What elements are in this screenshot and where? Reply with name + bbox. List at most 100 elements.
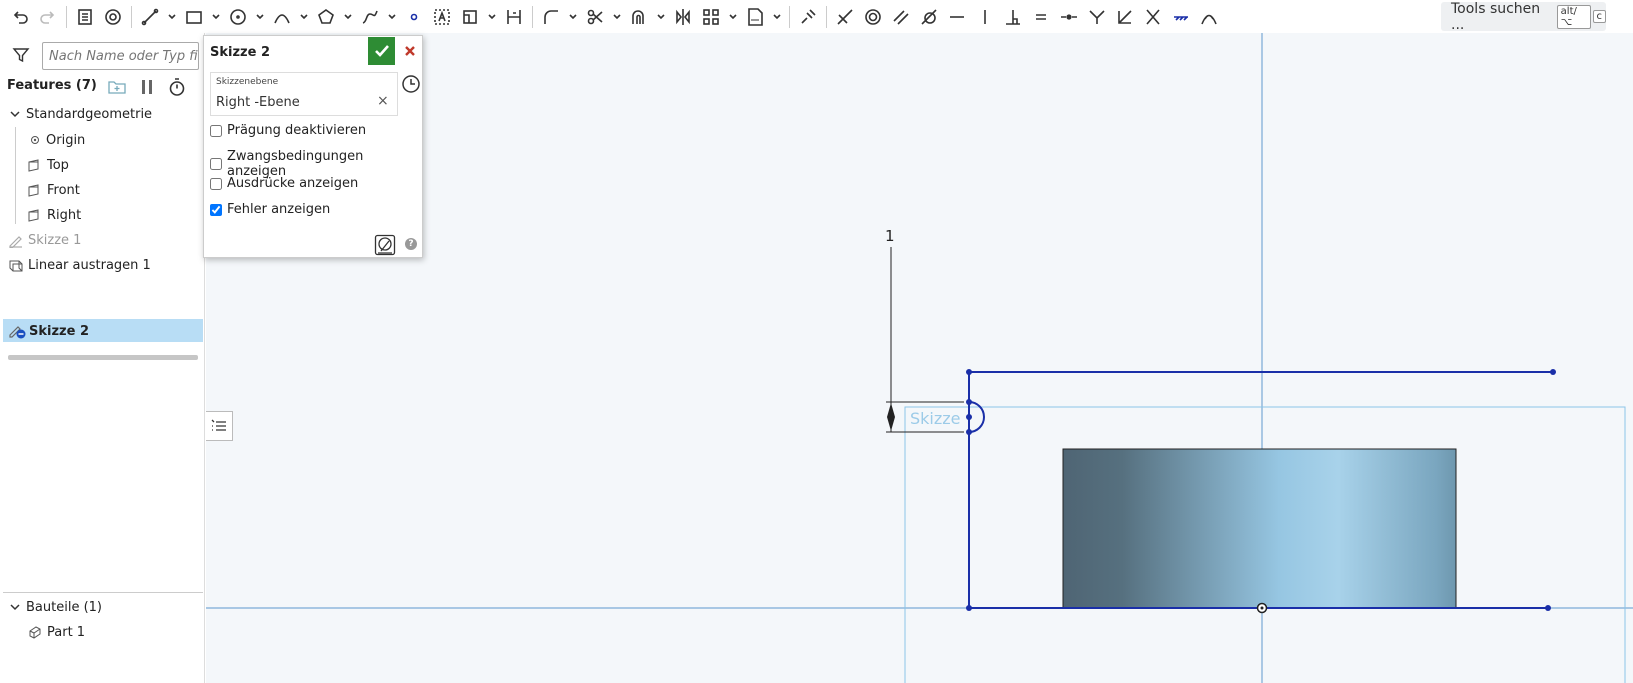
- feature-search-input[interactable]: [42, 42, 199, 70]
- features-title: Features (7): [7, 78, 97, 93]
- add-folder-icon[interactable]: [107, 78, 127, 100]
- option-show-expressions[interactable]: Ausdrücke anzeigen: [210, 176, 358, 191]
- checkbox[interactable]: [210, 158, 222, 170]
- option-disable-imprint[interactable]: Prägung deaktivieren: [210, 123, 366, 138]
- horizontal-constraint-icon[interactable]: [943, 2, 971, 32]
- option-show-constraints[interactable]: Zwangsbedingungen anzeigen: [210, 149, 422, 179]
- equal-constraint-icon[interactable]: [1027, 2, 1055, 32]
- sketch-point[interactable]: [966, 399, 972, 405]
- tree-item-front-plane[interactable]: Front: [27, 179, 80, 201]
- mirror-tool-icon[interactable]: [669, 2, 697, 32]
- trim-tool-icon[interactable]: [581, 2, 609, 32]
- chevron-down-icon[interactable]: [340, 2, 356, 32]
- shortcut-key: c: [1592, 10, 1606, 23]
- display-options-button[interactable]: [374, 234, 396, 260]
- dimension-value[interactable]: 1: [885, 227, 895, 245]
- tree-item-right-plane[interactable]: Right: [27, 204, 81, 226]
- tree-group-standard-geometry[interactable]: Standardgeometrie: [9, 103, 152, 125]
- perpendicular-constraint-icon[interactable]: [999, 2, 1027, 32]
- transform-tool-icon[interactable]: [794, 2, 822, 32]
- tree-feature-sketch-1[interactable]: Skizze 1: [8, 229, 81, 251]
- extrude-icon: [9, 260, 23, 272]
- chevron-down-icon[interactable]: [252, 2, 268, 32]
- fix-constraint-icon[interactable]: [1167, 2, 1195, 32]
- curvature-constraint-icon[interactable]: [1195, 2, 1223, 32]
- tree-item-origin[interactable]: Origin: [29, 129, 85, 151]
- sketch-point[interactable]: [1550, 369, 1556, 375]
- pattern-tool-icon[interactable]: [697, 2, 725, 32]
- insert-image-icon[interactable]: [456, 2, 484, 32]
- sketch-point[interactable]: [966, 605, 972, 611]
- chevron-down-icon[interactable]: [484, 2, 500, 32]
- arc-tool-icon[interactable]: [268, 2, 296, 32]
- paste-sketch-icon[interactable]: [99, 2, 127, 32]
- sketch-point[interactable]: [1545, 605, 1551, 611]
- pause-icon[interactable]: [140, 78, 154, 100]
- midpoint-constraint-icon[interactable]: [1055, 2, 1083, 32]
- chevron-down-icon[interactable]: [769, 2, 785, 32]
- vertical-constraint-icon[interactable]: [971, 2, 999, 32]
- tree-item-top-plane[interactable]: Top: [27, 154, 69, 176]
- coincident-constraint-icon[interactable]: [831, 2, 859, 32]
- sketch-point[interactable]: [966, 369, 972, 375]
- extruded-part[interactable]: [1062, 448, 1457, 609]
- dimension-tool-icon[interactable]: [500, 2, 528, 32]
- undo-icon[interactable]: [6, 2, 34, 32]
- rollback-timer-icon[interactable]: [168, 77, 186, 101]
- sketch-point[interactable]: [966, 414, 972, 420]
- tree-item-part-1[interactable]: Part 1: [27, 621, 85, 643]
- rectangle-tool-icon[interactable]: [180, 2, 208, 32]
- tangent-constraint-icon[interactable]: [915, 2, 943, 32]
- tree-feature-extrude-1[interactable]: Linear austragen 1: [8, 254, 151, 276]
- sketch-plane-value: Right -Ebene: [216, 95, 300, 110]
- origin-icon: [31, 136, 39, 144]
- normal-constraint-icon[interactable]: [1083, 2, 1111, 32]
- circle-tool-icon[interactable]: [224, 2, 252, 32]
- chevron-down-icon[interactable]: [9, 601, 21, 613]
- help-icon[interactable]: ?: [405, 238, 417, 250]
- accept-button[interactable]: [368, 37, 395, 65]
- filter-icon[interactable]: [12, 46, 30, 68]
- tools-search-button[interactable]: Tools suchen ... alt/⌥ c: [1441, 1, 1606, 33]
- dxf-import-icon[interactable]: [741, 2, 769, 32]
- line-tool-icon[interactable]: [136, 2, 164, 32]
- spline-tool-icon[interactable]: [356, 2, 384, 32]
- sketch-plane-field[interactable]: Skizzenebene Right -Ebene ×: [210, 72, 398, 116]
- tree-feature-label: Linear austragen 1: [28, 257, 151, 273]
- checkbox[interactable]: [210, 124, 222, 137]
- cancel-button[interactable]: [398, 37, 422, 65]
- chevron-down-icon[interactable]: [384, 2, 400, 32]
- concentric-constraint-icon[interactable]: [859, 2, 887, 32]
- rollback-bar[interactable]: [8, 355, 198, 360]
- option-label: Prägung deaktivieren: [227, 123, 367, 138]
- copy-sketch-icon[interactable]: [71, 2, 99, 32]
- tree-feature-sketch-2[interactable]: Skizze 2: [8, 320, 89, 342]
- chevron-down-icon[interactable]: [296, 2, 312, 32]
- checkbox[interactable]: [210, 203, 222, 216]
- chevron-down-icon[interactable]: [653, 2, 669, 32]
- list-toggle-button[interactable]: [206, 411, 233, 441]
- offset-tool-icon[interactable]: [625, 2, 653, 32]
- point-tool-icon[interactable]: [400, 2, 428, 32]
- pierce-constraint-icon[interactable]: [1111, 2, 1139, 32]
- chevron-down-icon[interactable]: [208, 2, 224, 32]
- fillet-tool-icon[interactable]: [537, 2, 565, 32]
- chevron-down-icon[interactable]: [725, 2, 741, 32]
- redo-icon[interactable]: [34, 2, 62, 32]
- clear-icon[interactable]: ×: [377, 93, 389, 109]
- sketch-error-icon: [9, 326, 26, 339]
- checkbox[interactable]: [210, 177, 222, 190]
- chevron-down-icon[interactable]: [565, 2, 581, 32]
- chevron-down-icon[interactable]: [164, 2, 180, 32]
- polygon-tool-icon[interactable]: [312, 2, 340, 32]
- sketch-point[interactable]: [966, 429, 972, 435]
- parallel-constraint-icon[interactable]: [887, 2, 915, 32]
- text-tool-icon[interactable]: [428, 2, 456, 32]
- option-show-errors[interactable]: Fehler anzeigen: [210, 202, 330, 217]
- tree-item-label: Right: [47, 207, 82, 223]
- history-icon[interactable]: [401, 74, 421, 98]
- chevron-down-icon[interactable]: [9, 108, 21, 120]
- chevron-down-icon[interactable]: [609, 2, 625, 32]
- tree-group-parts[interactable]: Bauteile (1): [9, 596, 102, 618]
- symmetric-constraint-icon[interactable]: [1139, 2, 1167, 32]
